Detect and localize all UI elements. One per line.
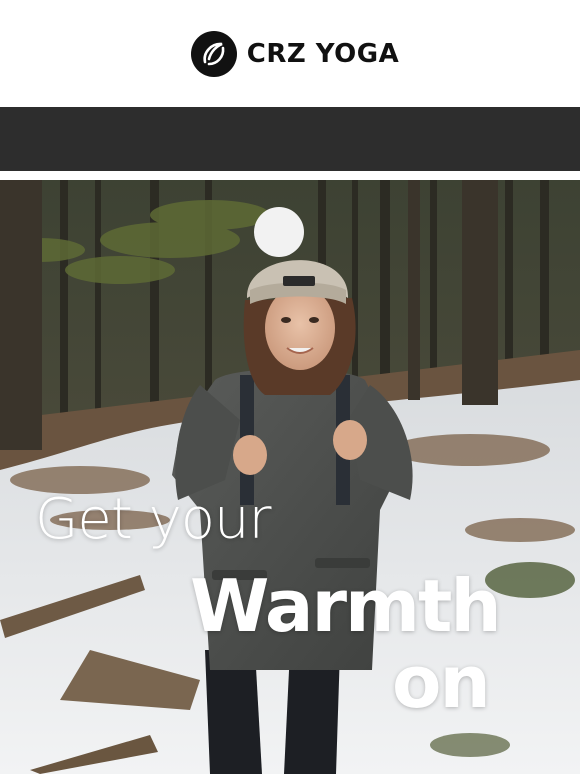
hero-headline-line-2: Warmth bbox=[190, 564, 502, 648]
brand-name: CRZ YOGA bbox=[246, 38, 400, 69]
header: CRZ YOGA bbox=[0, 0, 580, 107]
crz-yoga-circle-logo-icon bbox=[190, 30, 237, 77]
brand-logo-link[interactable]: CRZ YOGA bbox=[190, 30, 400, 77]
hero-headline-line-3: on bbox=[392, 640, 491, 724]
hero-headline-line-1: Get your bbox=[35, 487, 272, 552]
hero-banner[interactable]: Get your Warmth on bbox=[0, 180, 580, 774]
email-page: CRZ YOGA Get your Warmth on bbox=[0, 0, 580, 774]
hero-photo-forest-woman bbox=[0, 180, 580, 774]
navigation-bar bbox=[0, 107, 580, 171]
